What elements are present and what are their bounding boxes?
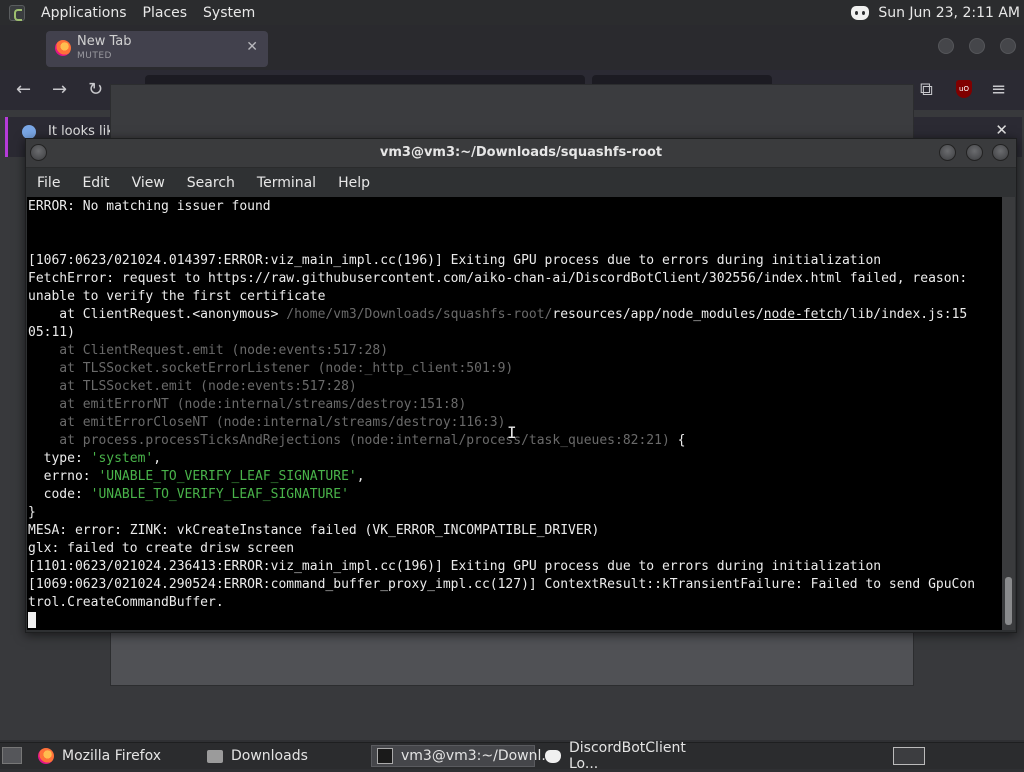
comma: , xyxy=(356,469,365,484)
output-line: errno: 'UNABLE_TO_VERIFY_LEAF_SIGNATURE'… xyxy=(28,468,1002,486)
bottom-taskbar: Mozilla Firefox Downloads vm3@vm3:~/Down… xyxy=(0,740,1024,772)
terminal-scrollbar[interactable] xyxy=(1002,197,1015,630)
output-line: at ClientRequest.emit (node:events:517:2… xyxy=(28,343,389,358)
info-icon xyxy=(22,125,36,139)
tab-close-icon[interactable]: ✕ xyxy=(246,39,258,55)
menu-terminal[interactable]: Terminal xyxy=(246,175,327,191)
terminal-icon xyxy=(377,748,393,764)
output-line: ERROR: No matching issuer found xyxy=(28,199,271,214)
output-line: [1067:0623/021024.014397:ERROR:viz_main_… xyxy=(28,253,882,268)
comma: , xyxy=(153,451,162,466)
tab-muted-label: MUTED xyxy=(77,51,112,61)
output-line: code: 'UNABLE_TO_VERIFY_LEAF_SIGNATURE' xyxy=(28,486,1002,504)
output-line: at TLSSocket.emit (node:events:517:28) xyxy=(28,379,357,394)
prompt-line[interactable] xyxy=(28,612,1002,630)
output-line: [1101:0623/021024.236413:ERROR:viz_main_… xyxy=(28,559,882,574)
value-errno: 'UNABLE_TO_VERIFY_LEAF_SIGNATURE' xyxy=(98,469,357,484)
discord-tray-icon[interactable] xyxy=(851,5,870,20)
scrollbar-thumb[interactable] xyxy=(1005,577,1012,625)
task-label: Downloads xyxy=(231,748,308,764)
firefox-tabbar: New Tab MUTED ✕ xyxy=(0,25,1024,70)
node-fetch-link[interactable]: node-fetch xyxy=(764,307,842,322)
clock[interactable]: Sun Jun 23, 2:11 AM xyxy=(878,5,1020,21)
stack-path: resources/app/node_modules/ xyxy=(552,307,764,322)
output-line: type: 'system', xyxy=(28,450,1002,468)
terminal-window: vm3@vm3:~/Downloads/squashfs-root File E… xyxy=(25,138,1017,633)
places-menu[interactable]: Places xyxy=(135,5,196,21)
brace-open: { xyxy=(669,433,686,448)
key-type: type: xyxy=(28,451,91,466)
terminal-output[interactable]: ERROR: No matching issuer found [1067:06… xyxy=(27,197,1002,630)
output-line: at emitErrorNT (node:internal/streams/de… xyxy=(28,397,467,412)
task-discordbotclient[interactable]: DiscordBotClient Lo... xyxy=(540,740,704,772)
value-type: 'system' xyxy=(90,451,154,466)
task-terminal[interactable]: vm3@vm3:~/Downl... xyxy=(371,745,555,767)
menu-file[interactable]: File xyxy=(26,175,71,191)
key-code: code: xyxy=(28,487,91,502)
folder-icon xyxy=(207,749,223,763)
ibeam-cursor-icon: I xyxy=(507,423,517,442)
stack-path-tail: /lib/index.js:15 xyxy=(842,307,968,322)
stack-frame-prefix: at ClientRequest.<anonymous> xyxy=(28,307,287,322)
extensions-icon[interactable]: ⧉ xyxy=(920,80,933,100)
tab-title: New Tab xyxy=(77,34,132,49)
text-cursor xyxy=(28,612,36,628)
panel-tray: Sun Jun 23, 2:11 AM xyxy=(851,0,1020,25)
output-line: MESA: error: ZINK: vkCreateInstance fail… xyxy=(28,523,600,538)
forward-icon[interactable]: → xyxy=(52,80,67,100)
output-line: trol.CreateCommandBuffer. xyxy=(28,595,224,610)
firefox-icon xyxy=(55,40,71,56)
system-menu[interactable]: System xyxy=(195,5,263,21)
ublock-icon[interactable]: uO xyxy=(956,80,972,98)
close-button[interactable] xyxy=(992,144,1009,161)
menu-search[interactable]: Search xyxy=(176,175,246,191)
maximize-button[interactable] xyxy=(969,38,985,54)
reload-icon[interactable]: ↻ xyxy=(88,80,103,100)
workspace-switcher[interactable] xyxy=(893,747,925,765)
terminal-title: vm3@vm3:~/Downloads/squashfs-root xyxy=(379,145,663,160)
output-line: 05:11) xyxy=(28,325,75,340)
output-line: } xyxy=(28,505,36,520)
stack-frame-dim: at process.processTicksAndRejections (no… xyxy=(28,433,670,448)
output-line: unable to verify the first certificate xyxy=(28,289,326,304)
output-line: at TLSSocket.socketErrorListener (node:_… xyxy=(28,361,514,376)
task-firefox[interactable]: Mozilla Firefox xyxy=(33,745,195,767)
menu-help[interactable]: Help xyxy=(327,175,381,191)
task-label: vm3@vm3:~/Downl... xyxy=(401,748,555,764)
terminal-menubar: File Edit View Search Terminal Help xyxy=(26,168,1016,197)
close-button[interactable] xyxy=(1000,38,1016,54)
notification-close-icon[interactable]: ✕ xyxy=(995,121,1008,139)
menu-edit[interactable]: Edit xyxy=(71,175,120,191)
discord-icon xyxy=(545,749,561,763)
stack-path-dim: /home/vm3/Downloads/squashfs-root/ xyxy=(286,307,553,322)
applications-menu[interactable]: Applications xyxy=(33,5,135,21)
task-label: Mozilla Firefox xyxy=(62,748,162,764)
output-line: FetchError: request to https://raw.githu… xyxy=(28,271,968,286)
back-icon[interactable]: ← xyxy=(16,80,31,100)
output-line: [1069:0623/021024.290524:ERROR:command_b… xyxy=(28,577,976,592)
output-line: glx: failed to create drisw screen xyxy=(28,541,295,556)
maximize-button[interactable] xyxy=(966,144,983,161)
menu-icon[interactable]: ≡ xyxy=(991,80,1006,100)
show-desktop-icon[interactable] xyxy=(2,747,22,764)
terminal-titlebar[interactable]: vm3@vm3:~/Downloads/squashfs-root xyxy=(26,139,1016,168)
task-label: DiscordBotClient Lo... xyxy=(569,740,686,772)
task-downloads[interactable]: Downloads xyxy=(202,745,364,767)
key-errno: errno: xyxy=(28,469,99,484)
menu-view[interactable]: View xyxy=(121,175,176,191)
top-panel: Applications Places System Sun Jun 23, 2… xyxy=(0,0,1024,26)
output-line: at ClientRequest.<anonymous> /home/vm3/D… xyxy=(28,306,1002,324)
tab-new-tab[interactable]: New Tab MUTED ✕ xyxy=(46,31,268,67)
value-code: 'UNABLE_TO_VERIFY_LEAF_SIGNATURE' xyxy=(90,487,349,502)
minimize-button[interactable] xyxy=(939,144,956,161)
panel-menus: Applications Places System xyxy=(0,0,263,25)
distro-logo-icon[interactable] xyxy=(9,4,25,21)
firefox-icon xyxy=(38,748,54,764)
minimize-button[interactable] xyxy=(938,38,954,54)
